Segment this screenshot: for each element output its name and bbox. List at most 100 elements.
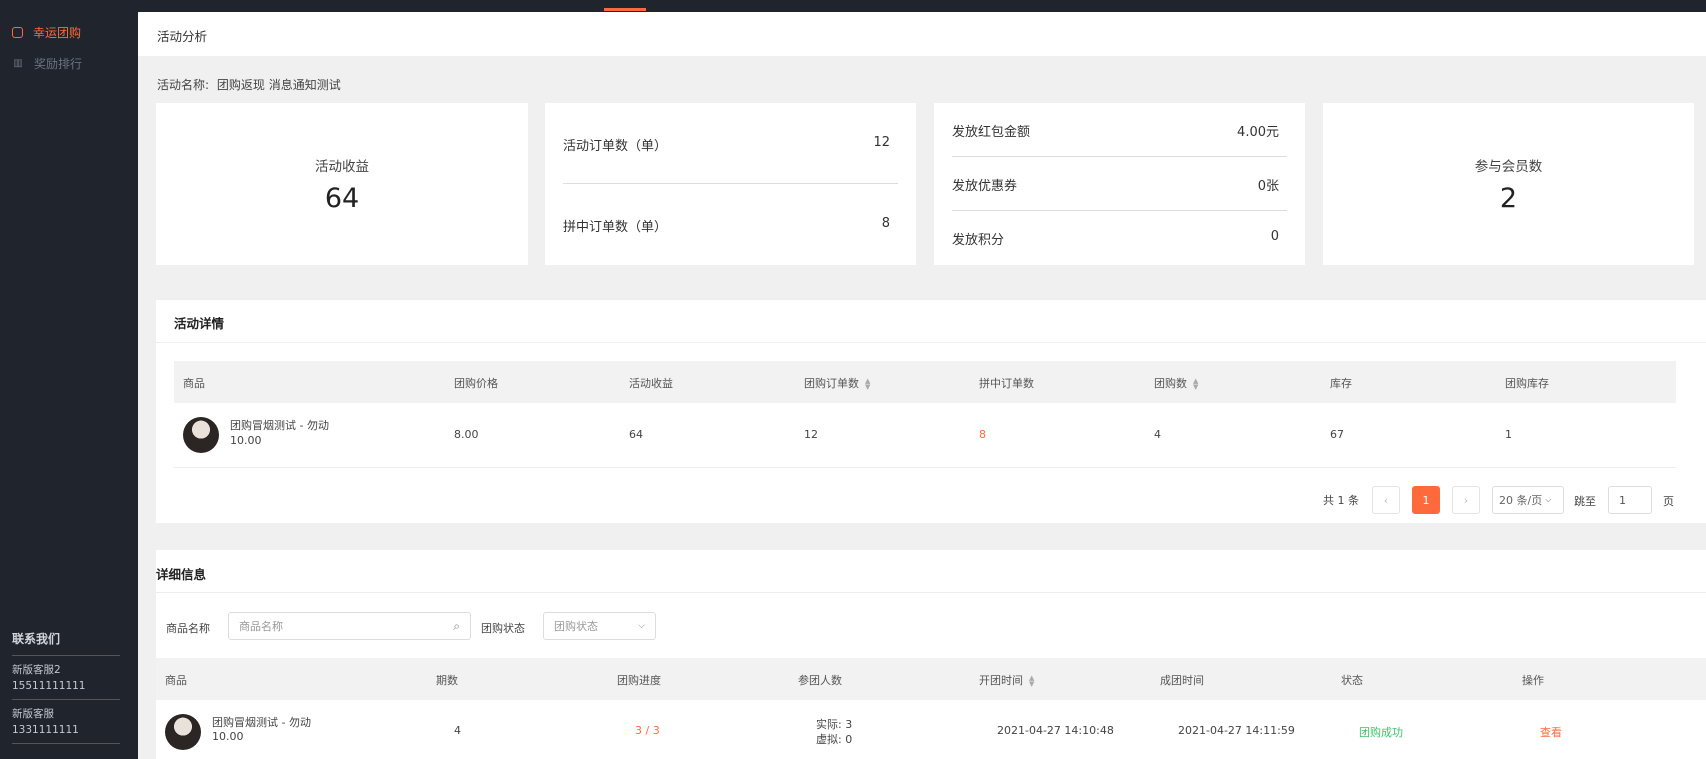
order-count-value: 12 [873, 135, 890, 150]
revenue-value: 64 [324, 182, 360, 214]
table-header: 商品 团购价格 活动收益 团购订单数 ▲ ▼ 拼中订单数 团购数 ▲ ▼ 库存 团购库存 [174, 361, 1676, 403]
jump-page-input[interactable]: 1 [1608, 486, 1652, 514]
chevron-down-icon: ⌵ [1545, 495, 1552, 504]
column-label: 团购数 [1154, 377, 1187, 390]
page-size-value: 20 条/页 [1499, 494, 1543, 507]
product-thumbnail [183, 417, 219, 453]
contact-title: 联系我们 [12, 630, 120, 656]
status-select[interactable]: 团购状态 ⌵ [543, 612, 656, 640]
next-page-button[interactable]: › [1452, 486, 1480, 514]
members-label: 参与会员数 [1474, 158, 1543, 175]
column-header-sortable[interactable]: 团购订单数 ▲ ▼ [804, 375, 870, 391]
page-header: 活动分析 [138, 12, 1706, 56]
column-header: 期数 [436, 674, 458, 687]
points-value: 0 [1270, 229, 1279, 244]
open-time-cell: 2021-04-27 14:10:48 [997, 724, 1114, 737]
product-name-filter-label: 商品名称 [166, 622, 210, 635]
coupon-value: 0张 [1257, 179, 1279, 194]
orders-cell: 12 [804, 428, 818, 441]
column-header-sortable[interactable]: 开团时间 ▲ ▼ [979, 672, 1034, 688]
product-price: 10.00 [212, 730, 244, 743]
points-label: 发放积分 [952, 233, 1005, 248]
sort-icon[interactable]: ▲ ▼ [865, 378, 870, 391]
column-header: 库存 [1330, 377, 1352, 390]
sort-icon[interactable]: ▲ ▼ [1029, 675, 1034, 688]
prev-page-button[interactable]: ‹ [1372, 486, 1400, 514]
order-count-row: 活动订单数（单） 12 [563, 135, 898, 154]
members-value: 2 [1499, 182, 1518, 214]
column-header: 商品 [183, 377, 205, 390]
members-card: 参与会员数 2 [1323, 103, 1694, 265]
pagination-total: 共 1 条 [1323, 494, 1359, 507]
won-orders-cell[interactable]: 8 [979, 428, 986, 441]
coupon-label: 发放优惠券 [952, 179, 1018, 194]
detail-info-panel: 详细信息 商品名称 商品名称 ⌕ 团购状态 团购状态 ⌵ 商品 期数 团购进度 … [156, 550, 1706, 759]
status-badge: 团购成功 [1359, 726, 1403, 739]
column-header-sortable[interactable]: 团购数 ▲ ▼ [1154, 375, 1198, 391]
sidebar-item-label: 奖励排行 [34, 56, 83, 71]
divider [952, 210, 1287, 211]
service-phone: 1331111111 [12, 724, 79, 736]
won-order-row: 拼中订单数（单） 8 [563, 216, 898, 235]
page-unit: 页 [1663, 495, 1674, 508]
divider [156, 342, 1706, 343]
period-cell: 4 [454, 724, 461, 737]
progress-cell: 3 / 3 [635, 724, 660, 737]
product-price: 10.00 [230, 434, 262, 447]
activity-name-label: 活动名称: [157, 78, 210, 92]
orders-card: 活动订单数（单） 12 拼中订单数（单） 8 [545, 103, 916, 265]
page-size-select[interactable]: 20 条/页 ⌵ [1492, 486, 1564, 514]
groups-cell: 4 [1154, 428, 1161, 441]
product-search-input[interactable]: 商品名称 ⌕ [228, 612, 471, 640]
revenue-cell: 64 [629, 428, 643, 441]
sidebar-item-ranking[interactable]: ▥ 奖励排行 [12, 53, 82, 73]
table-row: 团购冒烟测试 - 勿动 10.00 4 3 / 3 实际: 3 虚拟: 0 20… [156, 700, 1706, 759]
column-header: 成团时间 [1160, 674, 1204, 687]
column-header: 商品 [165, 674, 187, 687]
main-content: 活动分析 活动名称: 团购返现 消息通知测试 活动收益 64 活动订单数（单） … [138, 12, 1706, 759]
divider [952, 156, 1287, 157]
won-order-label: 拼中订单数（单） [563, 220, 668, 235]
column-header: 团购进度 [617, 674, 661, 687]
sidebar-item-lucky-group[interactable]: ▢ 幸运团购 [12, 22, 81, 42]
product-thumbnail [165, 714, 201, 750]
top-tab-indicator [604, 8, 646, 11]
coupon-row: 发放优惠券 0张 [952, 175, 1287, 194]
red-packet-value: 4.00元 [1237, 125, 1279, 140]
stock-cell: 67 [1330, 428, 1344, 441]
sidebar: ▢ 幸运团购 ▥ 奖励排行 联系我们 新版客服2 15511111111 新版客… [0, 0, 138, 759]
column-header: 状态 [1341, 674, 1363, 687]
rewards-card: 发放红包金额 4.00元 发放优惠券 0张 发放积分 0 [934, 103, 1305, 265]
group-stock-cell: 1 [1505, 428, 1512, 441]
sort-icon[interactable]: ▲ ▼ [1193, 378, 1198, 391]
group-price-cell: 8.00 [454, 428, 479, 441]
search-icon[interactable]: ⌕ [453, 619, 460, 634]
product-search-placeholder: 商品名称 [239, 620, 283, 633]
virtual-members: 虚拟: 0 [816, 733, 853, 746]
chevron-down-icon: ⌵ [638, 621, 645, 631]
ranking-icon: ▥ [13, 57, 23, 69]
contact-section: 联系我们 新版客服2 15511111111 新版客服 1331111111 [12, 630, 120, 744]
status-filter-label: 团购状态 [481, 622, 525, 635]
column-label: 开团时间 [979, 674, 1023, 687]
table-row: 团购冒烟测试 - 勿动 10.00 8.00 64 12 8 4 67 1 [174, 403, 1676, 468]
service-name: 新版客服2 [12, 664, 61, 676]
table-header: 商品 期数 团购进度 参团人数 开团时间 ▲ ▼ 成团时间 状态 操作 [156, 658, 1706, 700]
won-order-value: 8 [881, 216, 890, 231]
panel-title: 活动详情 [174, 316, 225, 331]
page-button[interactable]: 1 [1412, 486, 1440, 514]
column-header: 活动收益 [629, 377, 673, 390]
done-time-cell: 2021-04-27 14:11:59 [1178, 724, 1295, 737]
view-link[interactable]: 查看 [1540, 724, 1562, 740]
lucky-group-icon: ▢ [12, 26, 23, 38]
service-phone: 15511111111 [12, 680, 86, 692]
column-header: 操作 [1522, 674, 1544, 687]
product-name: 团购冒烟测试 - 勿动 [212, 716, 311, 729]
column-header: 团购库存 [1505, 377, 1549, 390]
revenue-label: 活动收益 [315, 158, 369, 175]
divider [563, 183, 898, 184]
contact-service: 新版客服2 15511111111 [12, 656, 120, 700]
activity-name-value: 团购返现 消息通知测试 [216, 78, 341, 92]
column-header: 团购价格 [454, 377, 498, 390]
points-row: 发放积分 0 [952, 229, 1287, 248]
